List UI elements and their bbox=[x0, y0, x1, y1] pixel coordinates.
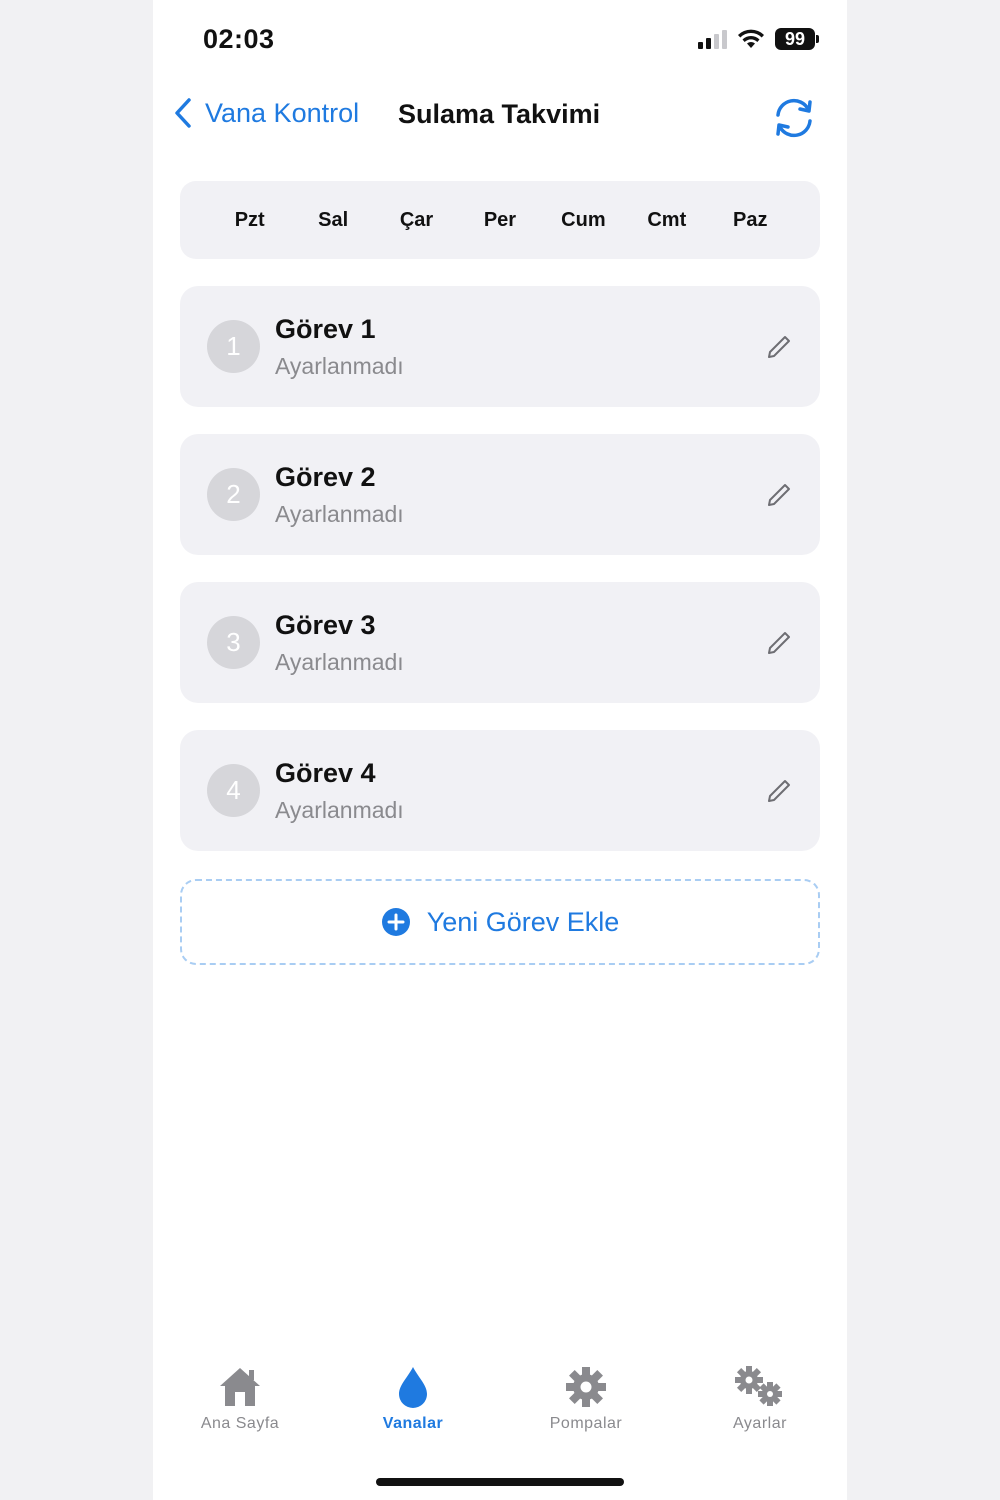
task-card-1[interactable]: 1 Görev 1 Ayarlanmadı bbox=[180, 286, 820, 407]
task-number-badge: 2 bbox=[207, 468, 260, 521]
plus-circle-icon bbox=[381, 908, 410, 936]
tab-label: Ana Sayfa bbox=[200, 1415, 280, 1432]
pencil-icon bbox=[768, 484, 790, 506]
tab-valves[interactable]: Vanalar bbox=[343, 1365, 483, 1433]
task-card-4[interactable]: 4 Görev 4 Ayarlanmadı bbox=[180, 730, 820, 851]
task-title: Görev 2 bbox=[275, 462, 376, 492]
day-wednesday[interactable]: Çar bbox=[387, 209, 447, 232]
pencil-icon bbox=[768, 336, 790, 358]
edit-task-button[interactable] bbox=[766, 778, 792, 809]
tab-label: Vanalar bbox=[382, 1415, 444, 1432]
navigation-bar: Vana Kontrol Sulama Takvimi bbox=[153, 95, 847, 141]
back-button[interactable]: Vana Kontrol bbox=[173, 97, 359, 129]
pencil-icon bbox=[768, 780, 790, 802]
task-status: Ayarlanmadı bbox=[275, 649, 404, 675]
day-friday[interactable]: Cum bbox=[553, 209, 613, 232]
refresh-button[interactable] bbox=[771, 95, 817, 146]
chevron-left-icon bbox=[175, 98, 191, 128]
home-indicator bbox=[376, 1478, 624, 1486]
day-thursday[interactable]: Per bbox=[470, 209, 530, 232]
battery-level: 99 bbox=[775, 28, 815, 50]
task-title: Görev 1 bbox=[275, 314, 376, 344]
day-sunday[interactable]: Paz bbox=[720, 209, 780, 232]
task-status: Ayarlanmadı bbox=[275, 797, 404, 823]
task-status: Ayarlanmadı bbox=[275, 501, 404, 527]
back-label: Vana Kontrol bbox=[205, 97, 360, 128]
gears-icon bbox=[735, 1366, 782, 1406]
status-icons: 99 bbox=[698, 28, 819, 50]
tab-label: Pompalar bbox=[549, 1415, 623, 1432]
task-title: Görev 3 bbox=[275, 610, 376, 640]
tab-settings[interactable]: Ayarlar bbox=[690, 1365, 830, 1433]
house-icon bbox=[220, 1368, 260, 1406]
edit-task-button[interactable] bbox=[766, 482, 792, 513]
task-card-2[interactable]: 2 Görev 2 Ayarlanmadı bbox=[180, 434, 820, 555]
task-card-3[interactable]: 3 Görev 3 Ayarlanmadı bbox=[180, 582, 820, 703]
pencil-icon bbox=[768, 632, 790, 654]
edit-task-button[interactable] bbox=[766, 334, 792, 365]
edit-task-button[interactable] bbox=[766, 630, 792, 661]
phone-screen: 02:03 99 Vana Kontrol Sulama Takvimi Pzt… bbox=[153, 0, 847, 1500]
task-number-badge: 3 bbox=[207, 616, 260, 669]
add-task-label: Yeni Görev Ekle bbox=[426, 906, 620, 937]
gear-icon bbox=[566, 1367, 606, 1407]
day-tuesday[interactable]: Sal bbox=[303, 209, 363, 232]
tab-bar: Ana Sayfa Vanalar Pompalar Ayarlar bbox=[153, 1365, 847, 1445]
battery-icon: 99 bbox=[775, 28, 819, 50]
refresh-icon bbox=[776, 98, 812, 138]
water-drop-icon bbox=[399, 1367, 427, 1408]
task-title: Görev 4 bbox=[275, 758, 376, 788]
day-monday[interactable]: Pzt bbox=[220, 209, 280, 232]
task-number-badge: 4 bbox=[207, 764, 260, 817]
task-number-badge: 1 bbox=[207, 320, 260, 373]
status-time: 02:03 bbox=[203, 24, 275, 54]
cellular-signal-icon bbox=[698, 29, 727, 49]
day-saturday[interactable]: Cmt bbox=[637, 209, 697, 232]
tab-home[interactable]: Ana Sayfa bbox=[170, 1365, 310, 1433]
tab-label: Ayarlar bbox=[733, 1415, 787, 1432]
wifi-icon bbox=[738, 29, 764, 48]
day-selector: Pzt Sal Çar Per Cum Cmt Paz bbox=[180, 181, 820, 259]
task-status: Ayarlanmadı bbox=[275, 353, 404, 379]
page-title: Sulama Takvimi bbox=[398, 99, 601, 129]
add-task-button[interactable]: Yeni Görev Ekle bbox=[180, 879, 820, 965]
tab-pumps[interactable]: Pompalar bbox=[516, 1365, 656, 1433]
